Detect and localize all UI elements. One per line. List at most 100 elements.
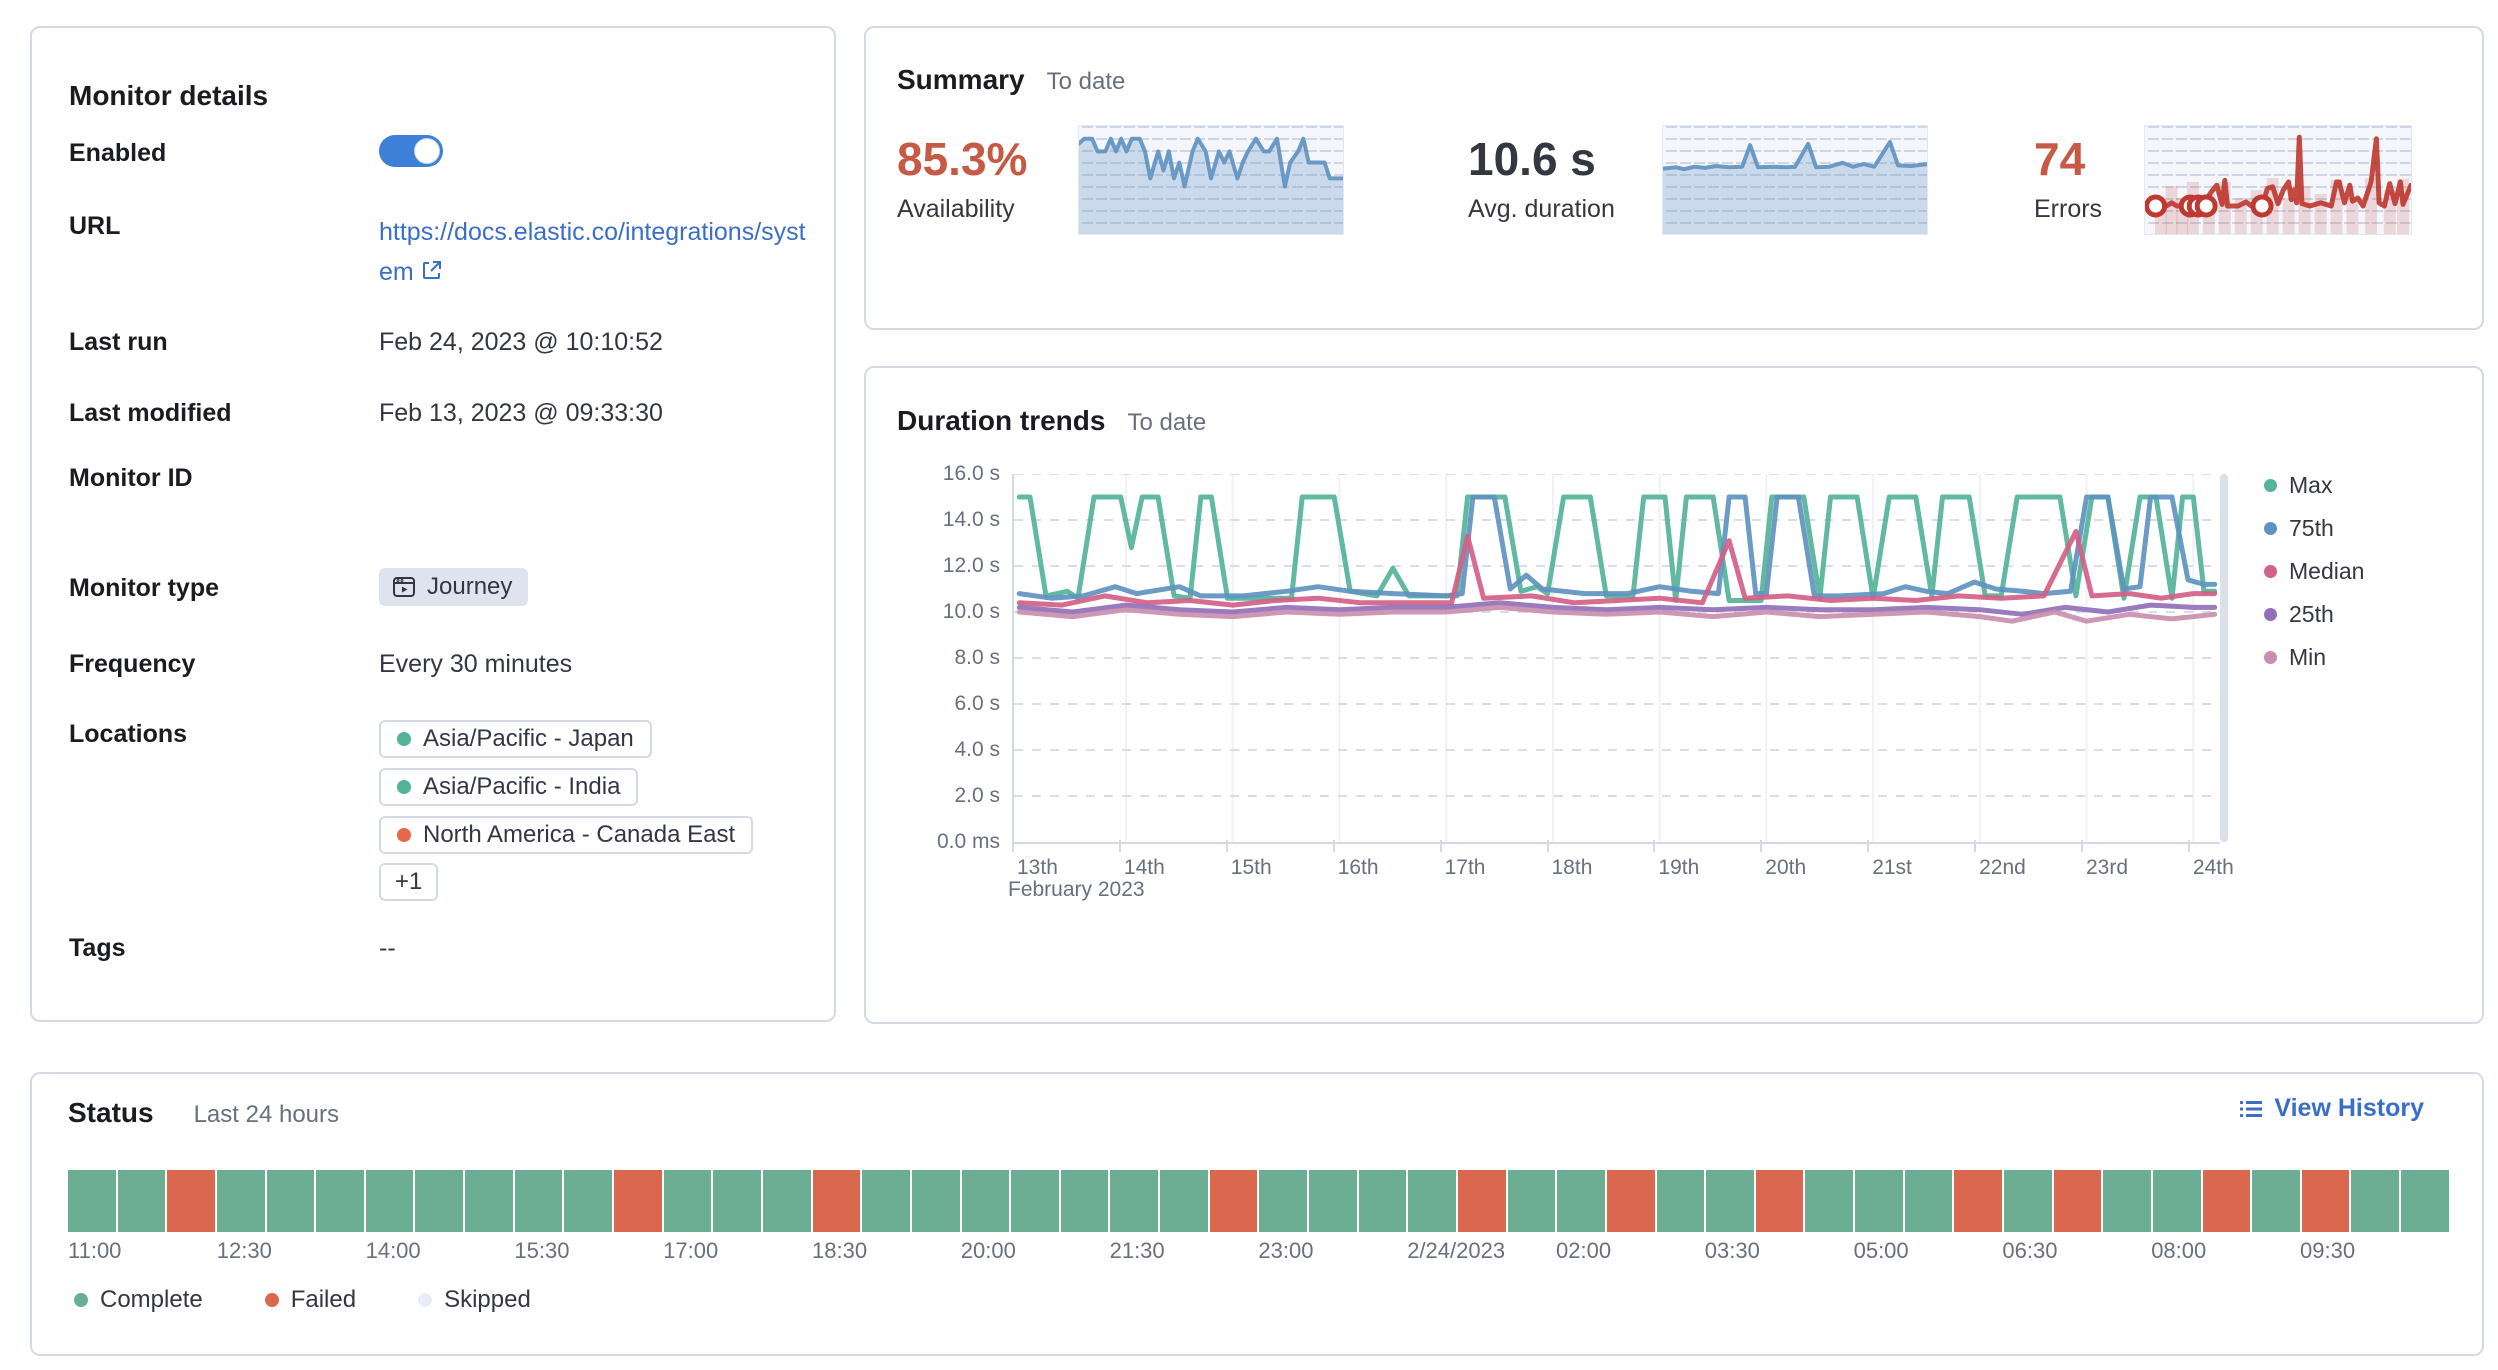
legend-dot — [2264, 608, 2277, 621]
status-block-complete[interactable] — [713, 1170, 761, 1232]
status-time-label: 18:30 — [812, 1238, 867, 1264]
status-block-complete[interactable] — [415, 1170, 463, 1232]
status-block-complete[interactable] — [1905, 1170, 1953, 1232]
status-block-complete[interactable] — [2252, 1170, 2300, 1232]
legend-item-max[interactable]: Max — [2264, 464, 2364, 507]
y-axis-tick-label: 4.0 s — [896, 738, 1000, 762]
legend-item-failed: Failed — [265, 1286, 356, 1314]
status-block-complete[interactable] — [1061, 1170, 1109, 1232]
status-block-complete[interactable] — [763, 1170, 811, 1232]
status-block-complete[interactable] — [1259, 1170, 1307, 1232]
status-block-complete[interactable] — [1855, 1170, 1903, 1232]
status-block-complete[interactable] — [366, 1170, 414, 1232]
status-block-complete[interactable] — [316, 1170, 364, 1232]
x-axis-tick-label: 22nd — [1979, 856, 2026, 880]
status-block-complete[interactable] — [962, 1170, 1010, 1232]
status-block-complete[interactable] — [1557, 1170, 1605, 1232]
status-bar — [68, 1170, 2449, 1232]
status-block-failed[interactable] — [167, 1170, 215, 1232]
chart-scrollbar[interactable] — [2220, 474, 2228, 842]
monitor-url-link[interactable]: https://docs.elastic.co/integrations/sys… — [379, 212, 809, 294]
frequency-value: Every 30 minutes — [379, 650, 572, 679]
x-axis-tick — [1119, 840, 1121, 852]
status-block-complete[interactable] — [1359, 1170, 1407, 1232]
status-time-label: 23:00 — [1258, 1238, 1313, 1264]
status-block-complete[interactable] — [1408, 1170, 1456, 1232]
y-axis-tick-label: 6.0 s — [896, 692, 1000, 716]
legend-label: Complete — [100, 1286, 203, 1314]
status-block-complete[interactable] — [217, 1170, 265, 1232]
status-block-complete[interactable] — [2004, 1170, 2052, 1232]
view-history-link[interactable]: View History — [2238, 1094, 2424, 1123]
status-block-complete[interactable] — [1805, 1170, 1853, 1232]
status-block-failed[interactable] — [1210, 1170, 1258, 1232]
status-block-failed[interactable] — [1954, 1170, 2002, 1232]
status-block-complete[interactable] — [1508, 1170, 1556, 1232]
frequency-label: Frequency — [69, 650, 195, 679]
last-run-value: Feb 24, 2023 @ 10:10:52 — [379, 328, 663, 357]
legend-item-median[interactable]: Median — [2264, 550, 2364, 593]
status-block-failed[interactable] — [2203, 1170, 2251, 1232]
status-block-complete[interactable] — [68, 1170, 116, 1232]
status-block-failed[interactable] — [813, 1170, 861, 1232]
status-block-complete[interactable] — [1657, 1170, 1705, 1232]
legend-item-75th[interactable]: 75th — [2264, 507, 2364, 550]
status-block-complete[interactable] — [2401, 1170, 2449, 1232]
errors-value: 74 — [2034, 133, 2102, 185]
x-axis-tick — [2188, 840, 2190, 852]
legend-item-25th[interactable]: 25th — [2264, 593, 2364, 636]
x-axis-tick — [1760, 840, 1762, 852]
synthetics-monitor-overview-page: Monitor details Enabled URL https://docs… — [0, 0, 2498, 1370]
status-block-complete[interactable] — [912, 1170, 960, 1232]
status-block-complete[interactable] — [118, 1170, 166, 1232]
status-block-complete[interactable] — [1706, 1170, 1754, 1232]
enabled-toggle[interactable] — [379, 135, 443, 167]
location-badge[interactable]: Asia/Pacific - India — [379, 768, 638, 806]
tags-value: -- — [379, 934, 396, 963]
location-badge[interactable]: North America - Canada East — [379, 816, 753, 854]
x-axis-tick-label: 21st — [1872, 856, 1912, 880]
status-block-complete[interactable] — [515, 1170, 563, 1232]
legend-item-min[interactable]: Min — [2264, 636, 2364, 679]
status-block-failed[interactable] — [2054, 1170, 2102, 1232]
location-badge[interactable]: Asia/Pacific - Japan — [379, 720, 652, 758]
status-block-complete[interactable] — [2351, 1170, 2399, 1232]
availability-metric: 85.3% Availability — [897, 125, 1027, 224]
duration-trends-panel: Duration trends To date 16.0 s14.0 s12.0… — [864, 366, 2484, 1024]
status-block-complete[interactable] — [1110, 1170, 1158, 1232]
status-block-complete[interactable] — [267, 1170, 315, 1232]
x-axis-tick-label: 19th — [1658, 856, 1699, 880]
status-block-failed[interactable] — [1607, 1170, 1655, 1232]
x-axis-tick-label: 23rd — [2086, 856, 2128, 880]
status-block-complete[interactable] — [564, 1170, 612, 1232]
errors-label: Errors — [2034, 195, 2102, 224]
x-axis-tick — [1333, 840, 1335, 852]
legend-dot — [2264, 565, 2277, 578]
duration-trends-chart[interactable] — [1012, 474, 2220, 844]
x-axis-tick-label: 24th — [2193, 856, 2234, 880]
status-block-complete[interactable] — [2153, 1170, 2201, 1232]
status-block-failed[interactable] — [1756, 1170, 1804, 1232]
duration-x-axis-month: February 2023 — [1008, 878, 1145, 902]
status-block-complete[interactable] — [1160, 1170, 1208, 1232]
last-modified-label: Last modified — [69, 399, 232, 428]
url-label: URL — [69, 212, 120, 241]
status-block-failed[interactable] — [1458, 1170, 1506, 1232]
status-block-complete[interactable] — [1309, 1170, 1357, 1232]
status-block-complete[interactable] — [1011, 1170, 1059, 1232]
status-block-complete[interactable] — [664, 1170, 712, 1232]
status-time-label: 05:00 — [1854, 1238, 1909, 1264]
status-block-complete[interactable] — [862, 1170, 910, 1232]
avg-duration-metric: 10.6 s Avg. duration — [1468, 125, 1615, 224]
errors-metric: 74 Errors — [2034, 125, 2102, 224]
status-block-failed[interactable] — [614, 1170, 662, 1232]
last-run-label: Last run — [69, 328, 168, 357]
status-block-complete[interactable] — [465, 1170, 513, 1232]
monitor-type-label: Monitor type — [69, 574, 219, 603]
external-link-icon — [420, 254, 444, 294]
status-block-failed[interactable] — [2302, 1170, 2350, 1232]
locations-more-label: +1 — [395, 868, 422, 896]
status-block-complete[interactable] — [2103, 1170, 2151, 1232]
locations-more-badge[interactable]: +1 — [379, 863, 438, 901]
duration-trends-range: To date — [1127, 409, 1206, 437]
